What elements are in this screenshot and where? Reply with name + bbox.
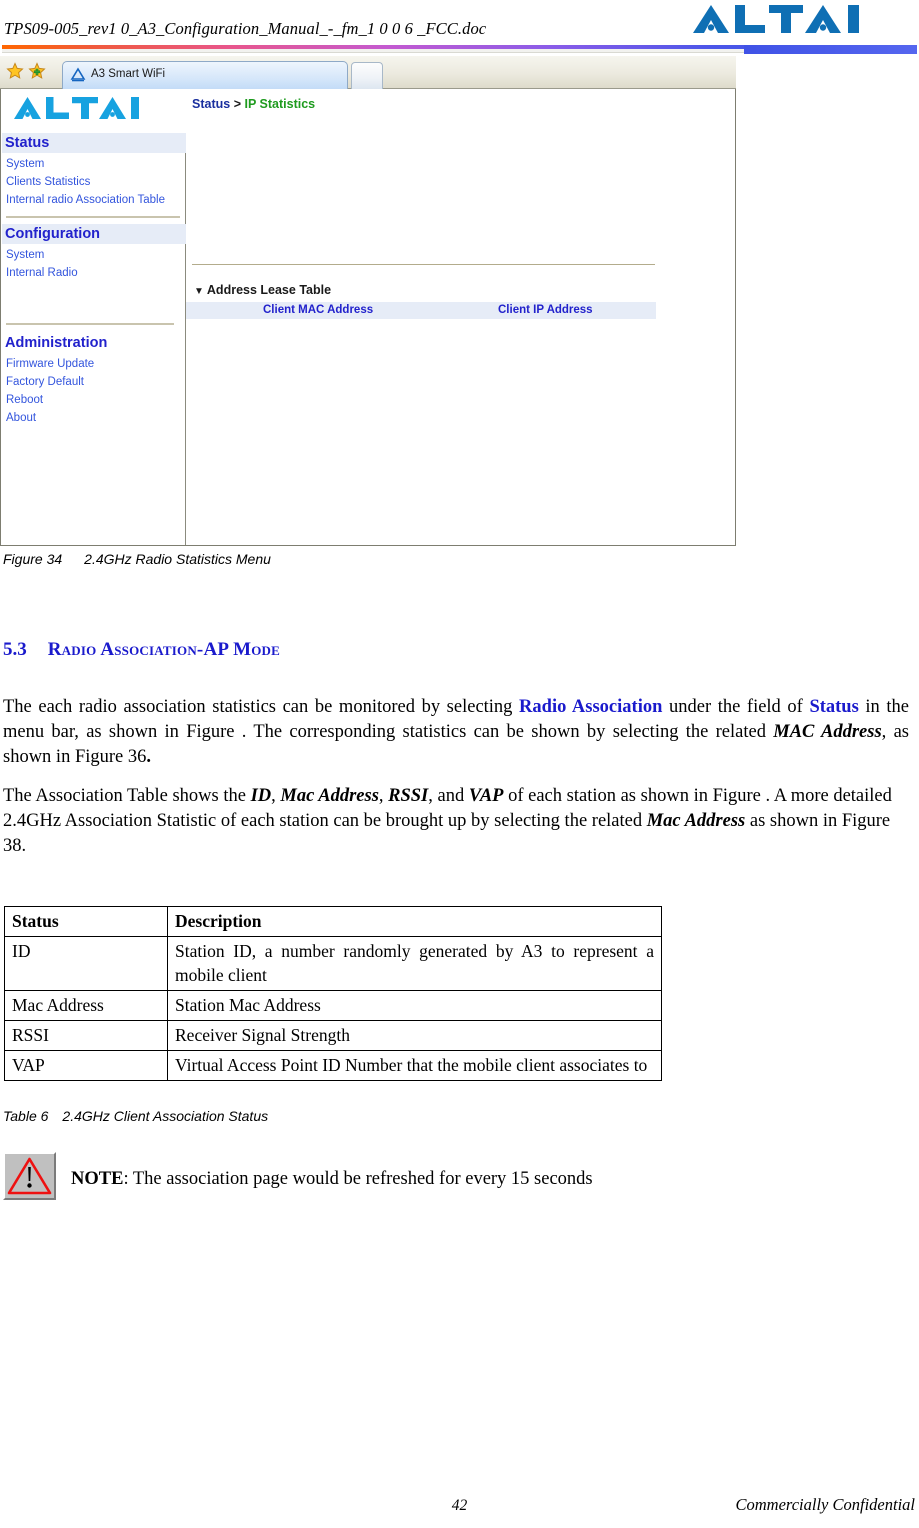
section-number: 5.3 xyxy=(3,639,27,660)
content-divider xyxy=(192,264,655,265)
browser-tab-title: A3 Smart WiFi xyxy=(91,68,166,80)
row-key-rssi: RSSI xyxy=(4,1020,168,1051)
sidebar-item-internal-radio-association-table[interactable]: Internal radio Association Table xyxy=(6,193,165,207)
sidebar-item-about[interactable]: About xyxy=(6,411,36,425)
star-icon[interactable] xyxy=(6,62,24,80)
altai-triangle-icon xyxy=(70,67,86,83)
row-desc-mac-address: Station Mac Address xyxy=(167,990,662,1021)
table-header-status: Status xyxy=(4,906,168,937)
browser-window-screenshot: A3 Smart WiFi Status > IP Statistics Sta… xyxy=(0,56,736,546)
sidebar-group-configuration: Configuration xyxy=(2,224,186,244)
sidebar-item-reboot[interactable]: Reboot xyxy=(6,393,43,407)
header-rule-underline xyxy=(2,49,744,53)
p1-term-mac-address: MAC Address xyxy=(773,721,882,742)
address-lease-table-title: Address Lease Table xyxy=(206,283,332,297)
table-header-description: Description xyxy=(167,906,662,937)
warning-triangle-icon xyxy=(3,1152,56,1200)
p2-term-mac-address-2: Mac Address xyxy=(646,810,746,831)
p2-term-id: ID xyxy=(250,785,272,806)
document-header: TPS09-005_rev1 0_A3_Configuration_Manual… xyxy=(0,0,919,54)
sidebar-divider-2 xyxy=(6,323,174,325)
p2-term-vap: VAP xyxy=(468,785,504,806)
table-caption: Table 6 2.4GHz Client Association Status xyxy=(3,1108,268,1124)
table-row: VAP Virtual Access Point ID Number that … xyxy=(4,1050,662,1081)
row-key-vap: VAP xyxy=(4,1050,168,1081)
paragraph-association-table: The Association Table shows the ID, Mac … xyxy=(3,784,909,859)
p1-t2: under the field of xyxy=(662,696,810,717)
caret-down-icon: ▼ xyxy=(194,286,204,297)
new-tab-button[interactable] xyxy=(351,62,383,89)
document-title: TPS09-005_rev1 0_A3_Configuration_Manual… xyxy=(4,19,487,38)
note-text: NOTE: The association page would be refr… xyxy=(71,1169,593,1190)
address-lease-table-toggle[interactable]: ▼ Address Lease Table xyxy=(194,283,331,297)
star-plus-icon[interactable] xyxy=(28,62,46,80)
sidebar-item-clients-statistics[interactable]: Clients Statistics xyxy=(6,175,90,189)
breadcrumb: Status > IP Statistics xyxy=(192,97,315,111)
footer-confidentiality-notice: Commercially Confidential xyxy=(735,1495,916,1514)
sidebar-item-firmware-update[interactable]: Firmware Update xyxy=(6,357,94,371)
row-desc-rssi: Receiver Signal Strength xyxy=(167,1020,662,1051)
row-key-mac-address: Mac Address xyxy=(4,990,168,1021)
row-desc-vap: Virtual Access Point ID Number that the … xyxy=(167,1050,662,1081)
p1-t5: . xyxy=(146,746,151,767)
sidebar-group-status: Status xyxy=(2,133,186,153)
p2-t2: , xyxy=(271,785,281,806)
paragraph-intro: The each radio association statistics ca… xyxy=(3,695,909,770)
p1-link-status: Status xyxy=(809,696,859,717)
table-caption-text: 2.4GHz Client Association Status xyxy=(62,1108,269,1124)
p2-term-mac-address: Mac Address xyxy=(280,785,379,806)
p2-term-rssi: RSSI xyxy=(388,785,429,806)
altai-logo xyxy=(691,2,915,36)
webui-sidebar: Status System Clients Statistics Interna… xyxy=(2,133,186,545)
breadcrumb-leaf: IP Statistics xyxy=(244,97,316,111)
section-heading: 5.3 Radio Association-AP Mode xyxy=(3,639,280,661)
figure-caption-text: 2.4GHz Radio Statistics Menu xyxy=(84,551,271,567)
table-row: ID Station ID, a number randomly generat… xyxy=(4,936,662,991)
p1-t1: The each radio association statistics ca… xyxy=(3,696,520,717)
sidebar-item-config-system[interactable]: System xyxy=(6,248,44,262)
browser-viewport: Status > IP Statistics Status System Cli… xyxy=(0,89,736,546)
table-row: Mac Address Station Mac Address xyxy=(4,990,662,1021)
client-association-status-table: Status Description ID Station ID, a numb… xyxy=(4,906,662,1081)
note-body: : The association page would be refreshe… xyxy=(123,1169,593,1189)
section-title: Radio Association-AP Mode xyxy=(47,639,280,660)
p2-t4: , and xyxy=(428,785,469,806)
p1-link-radio-association: Radio Association xyxy=(519,696,663,717)
sidebar-item-status-system[interactable]: System xyxy=(6,157,44,171)
column-header-client-ip-address: Client IP Address xyxy=(498,304,593,316)
sidebar-divider-1 xyxy=(6,216,180,218)
figure-caption: Figure 34 2.4GHz Radio Statistics Menu xyxy=(3,551,271,567)
header-rule-blue-block xyxy=(744,45,917,54)
note-block: NOTE: The association page would be refr… xyxy=(3,1152,863,1214)
sidebar-item-internal-radio[interactable]: Internal Radio xyxy=(6,266,78,280)
breadcrumb-separator: > xyxy=(233,97,241,111)
table-header-row: Status Description xyxy=(4,906,662,937)
figure-number: Figure 34 xyxy=(3,551,63,567)
browser-tab[interactable]: A3 Smart WiFi xyxy=(62,61,348,89)
row-key-id: ID xyxy=(4,936,168,991)
note-label: NOTE xyxy=(71,1169,124,1189)
table-number: Table 6 xyxy=(3,1108,49,1124)
row-desc-id: Station ID, a number randomly generated … xyxy=(167,936,662,991)
address-lease-table-header-row: Client MAC Address Client IP Address xyxy=(186,302,656,319)
sidebar-item-factory-default[interactable]: Factory Default xyxy=(6,375,84,389)
breadcrumb-root[interactable]: Status xyxy=(192,97,230,111)
sidebar-group-administration: Administration xyxy=(5,335,108,351)
p2-t3: , xyxy=(378,785,389,806)
column-header-client-mac-address: Client MAC Address xyxy=(263,304,374,316)
p2-t1: The Association Table shows the xyxy=(3,785,251,806)
browser-tab-bar: A3 Smart WiFi xyxy=(0,56,736,89)
webui-altai-logo xyxy=(13,95,178,121)
table-row: RSSI Receiver Signal Strength xyxy=(4,1020,662,1051)
